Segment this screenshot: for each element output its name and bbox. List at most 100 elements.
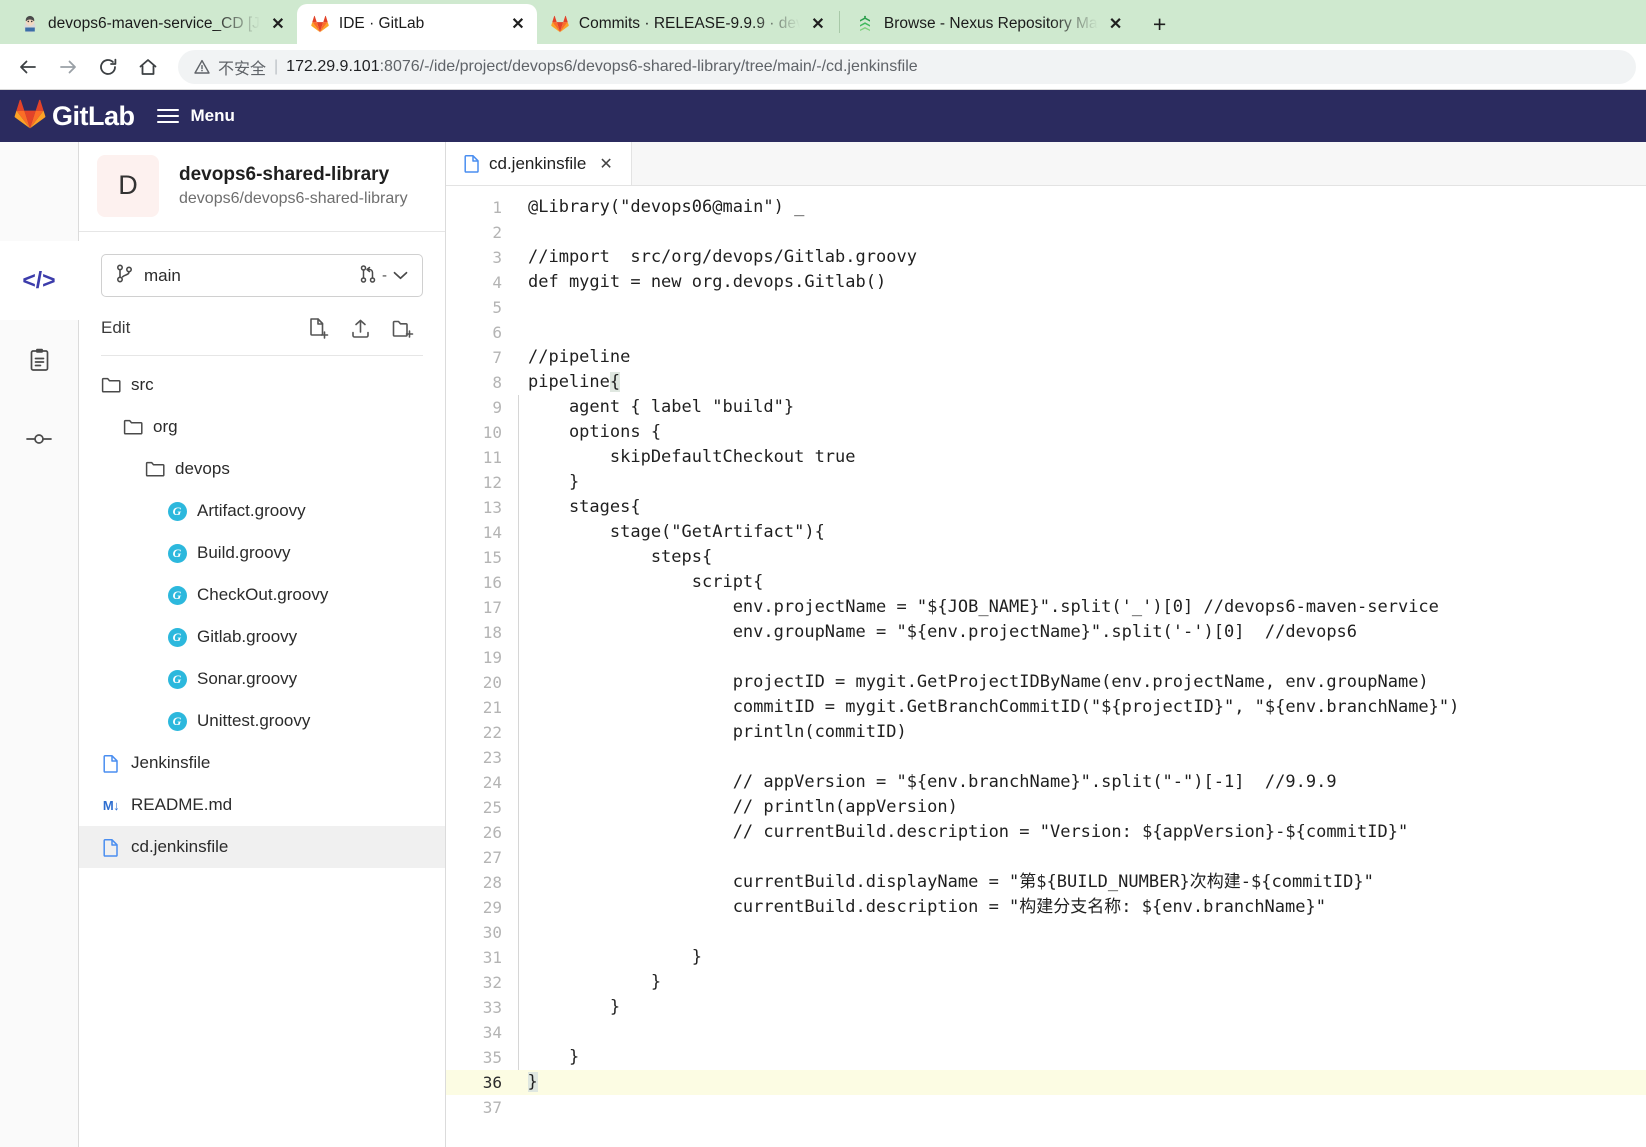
browser-tab-3[interactable]: Browse - Nexus Repository Ma ✕ [842,4,1135,44]
code-line[interactable]: 15 steps{ [446,545,1646,570]
code-line[interactable]: 5 [446,295,1646,320]
line-number: 12 [482,473,502,492]
code-line[interactable]: 18 env.groupName = "${env.projectName}".… [446,620,1646,645]
code-line[interactable]: 13 stages{ [446,495,1646,520]
file-tree-item[interactable]: G CheckOut.groovy [79,574,445,616]
url-text: 172.29.9.101:8076/-/ide/project/devops6/… [286,58,917,76]
code-line[interactable]: 12 } [446,470,1646,495]
code-line[interactable]: 29 currentBuild.description = "构建分支名称: $… [446,895,1646,920]
code-line[interactable]: 19 [446,645,1646,670]
file-tree-item[interactable]: cd.jenkinsfile [79,826,445,868]
code-line[interactable]: 7 //pipeline [446,345,1646,370]
browser-tab-1[interactable]: IDE · GitLab ✕ [296,4,537,44]
code-line[interactable]: 24 // appVersion = "${env.branchName}".s… [446,770,1646,795]
file-tree-item[interactable]: G Artifact.groovy [79,490,445,532]
code-line[interactable]: 22 println(commitID) [446,720,1646,745]
code-line[interactable]: 17 env.projectName = "${JOB_NAME}".split… [446,595,1646,620]
file-tree-item-label: Unittest.groovy [197,711,311,730]
main-menu-button[interactable]: Menu [156,106,235,126]
gitlab-icon [551,15,570,34]
close-icon[interactable]: ✕ [509,15,527,33]
code-line[interactable]: 31 } [446,945,1646,970]
new-file-icon[interactable] [297,315,339,341]
indent-guide [518,645,519,670]
line-number: 27 [482,848,502,867]
main-menu-label: Menu [190,106,235,125]
code-line[interactable]: 37 [446,1095,1646,1120]
close-icon[interactable]: ✕ [809,15,827,33]
gitlab-logo[interactable]: GitLab [14,99,135,134]
code-line[interactable]: 30 [446,920,1646,945]
indent-guide [518,845,519,870]
code-text: def mygit = new org.devops.Gitlab() [528,272,887,292]
new-tab-button[interactable]: + [1143,7,1177,41]
code-line[interactable]: 23 [446,745,1646,770]
code-line[interactable]: 34 [446,1020,1646,1045]
commit-icon[interactable] [0,399,79,478]
file-tree-item[interactable]: G Unittest.groovy [79,700,445,742]
code-line[interactable]: 28 currentBuild.displayName = "第${BUILD_… [446,870,1646,895]
file-icon [464,154,480,173]
forward-arrow-icon[interactable] [50,49,86,85]
line-number: 30 [482,923,502,942]
browser-tab-2[interactable]: Commits · RELEASE-9.9.9 · dev ✕ [537,4,837,44]
file-tree-item[interactable]: G Sonar.groovy [79,658,445,700]
code-line[interactable]: 10 options { [446,420,1646,445]
edit-code-icon[interactable]: </> [0,241,79,320]
code-line[interactable]: 1 @Library("devops06@main") _ [446,195,1646,220]
code-line[interactable]: 2 [446,220,1646,245]
code-line[interactable]: 14 stage("GetArtifact"){ [446,520,1646,545]
code-line[interactable]: 20 projectID = mygit.GetProjectIDByName(… [446,670,1646,695]
new-folder-icon[interactable] [381,315,423,341]
close-icon[interactable]: ✕ [599,154,612,174]
code-line[interactable]: 21 commitID = mygit.GetBranchCommitID("$… [446,695,1646,720]
file-tree-item-label: Build.groovy [197,543,291,562]
folder-icon [145,460,165,478]
editor-tab-cd-jenkinsfile[interactable]: cd.jenkinsfile ✕ [446,142,632,185]
close-icon[interactable]: ✕ [269,15,287,33]
not-secure-label: 不安全 [218,60,267,78]
code-line[interactable]: 32 } [446,970,1646,995]
line-number: 28 [482,873,502,892]
address-bar[interactable]: 不安全 | 172.29.9.101:8076/-/ide/project/de… [178,49,1636,84]
branch-selector[interactable]: main - [101,254,423,297]
line-number: 34 [482,1023,502,1042]
code-line[interactable]: 16 script{ [446,570,1646,595]
code-line[interactable]: 26 // currentBuild.description = "Versio… [446,820,1646,845]
line-number: 8 [492,373,502,392]
file-tree-item[interactable]: devops [79,448,445,490]
file-tree-item[interactable]: G Build.groovy [79,532,445,574]
file-tree-item[interactable]: Jenkinsfile [79,742,445,784]
code-line[interactable]: 36} [446,1070,1646,1095]
file-tree-item[interactable]: org [79,406,445,448]
code-content[interactable]: 1 @Library("devops06@main") _ 2 3//import s… [446,186,1646,1147]
browser-tab-0[interactable]: devops6-maven-service_CD [J ✕ [6,4,297,44]
indent-guide [518,920,519,945]
code-line[interactable]: 8 pipeline{ [446,370,1646,395]
file-tree-item[interactable]: G Gitlab.groovy [79,616,445,658]
reload-icon[interactable] [90,49,126,85]
groovy-file-icon: G [167,585,187,605]
upload-file-icon[interactable] [339,315,381,341]
branch-controls[interactable]: - [360,264,408,287]
code-line[interactable]: 3 //import src/org/devops/Gitlab.groovy [446,245,1646,270]
code-line[interactable]: 25 // println(appVersion) [446,795,1646,820]
omnibox-divider: | [274,57,279,75]
code-line[interactable]: 11 skipDefaultCheckout true [446,445,1646,470]
file-tree-item-label: cd.jenkinsfile [131,837,229,856]
gitlab-top-nav: GitLab Menu [0,90,1646,142]
close-icon[interactable]: ✕ [1107,15,1125,33]
review-clipboard-icon[interactable] [0,320,79,399]
code-line[interactable]: 27 [446,845,1646,870]
code-text: @Library("devops06@main") _ [528,197,805,217]
code-line[interactable]: 9 agent { label "build"} [446,395,1646,420]
code-line[interactable]: 35 } [446,1045,1646,1070]
code-line[interactable]: 6 [446,320,1646,345]
file-tree-item[interactable]: src [79,364,445,406]
home-icon[interactable] [130,49,166,85]
code-line[interactable]: 4 def mygit = new org.devops.Gitlab() [446,270,1646,295]
back-arrow-icon[interactable] [10,49,46,85]
file-tree-item[interactable]: M↓ README.md [79,784,445,826]
url-host: 172.29.9.101 [286,57,380,75]
code-line[interactable]: 33 } [446,995,1646,1020]
